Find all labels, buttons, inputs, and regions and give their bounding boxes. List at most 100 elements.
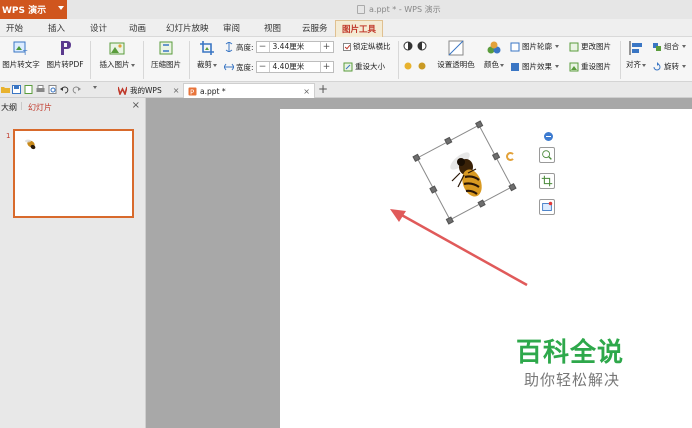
width-label: 宽度: — [236, 62, 254, 72]
picture-frame-icon[interactable] — [539, 199, 555, 215]
tab-review[interactable]: 审阅 — [223, 22, 240, 34]
resize-handle[interactable] — [412, 153, 421, 162]
set-transparent-label: 设置透明色 — [437, 60, 475, 69]
app-button-label: WPS 演示 — [2, 6, 47, 16]
reset-size-icon — [343, 62, 353, 71]
height-input[interactable]: 3.44厘米 — [268, 42, 321, 52]
rotate-button[interactable]: 旋转 — [652, 61, 686, 72]
minus-icon[interactable]: − — [257, 42, 269, 52]
tab-cloud[interactable]: 云服务 — [302, 22, 328, 34]
crop-button[interactable]: 裁剪 — [192, 40, 222, 70]
chevron-down-icon — [58, 6, 64, 10]
change-picture-button[interactable]: 更改图片 — [569, 41, 611, 52]
tab-outline[interactable]: 大纲 — [1, 102, 17, 113]
group-icon — [653, 42, 661, 51]
resize-handle[interactable] — [508, 183, 517, 192]
plus-icon[interactable]: + — [321, 42, 333, 52]
rotate-label: 旋转 — [664, 62, 679, 71]
compress-icon — [159, 41, 173, 55]
width-icon — [224, 63, 234, 71]
app-menu-button[interactable]: WPS 演示 — [0, 0, 67, 19]
img-to-text-button[interactable]: T 图片转文字 — [0, 40, 42, 70]
ribbon-divider — [189, 41, 190, 79]
align-button[interactable]: 对齐 — [623, 40, 649, 70]
compress-image-button[interactable]: 压缩图片 — [147, 40, 185, 70]
group-label: 组合 — [664, 42, 679, 51]
collapse-icon[interactable] — [544, 132, 553, 141]
tab-design[interactable]: 设计 — [90, 22, 107, 34]
chevron-down-icon[interactable] — [93, 86, 97, 89]
brightness-down-icon[interactable] — [417, 61, 427, 71]
picture-effects-button[interactable]: 图片效果 — [510, 61, 559, 72]
color-button[interactable]: 颜色 — [481, 40, 507, 70]
pdf-icon — [61, 41, 71, 55]
lock-ratio-label: 锁定纵横比 — [353, 42, 391, 51]
tab-home[interactable]: 开始 — [6, 22, 23, 34]
img-to-pdf-label: 图片转PDF — [46, 60, 84, 69]
lock-ratio-checkbox[interactable]: 锁定纵横比 — [343, 41, 391, 52]
new-file-icon[interactable] — [24, 85, 33, 94]
slide[interactable] — [280, 109, 692, 428]
close-icon[interactable]: × — [173, 86, 180, 95]
crop-tool-icon[interactable] — [539, 173, 555, 189]
slide-thumbnail[interactable] — [13, 129, 134, 218]
crop-label: 裁剪 — [197, 60, 212, 69]
contrast-down-icon[interactable] — [417, 41, 427, 51]
chevron-down-icon — [682, 45, 686, 48]
tab-slides[interactable]: 幻灯片 — [28, 102, 52, 113]
close-icon[interactable]: × — [303, 87, 310, 96]
bee-image[interactable] — [446, 147, 488, 203]
brightness-up-icon[interactable] — [403, 61, 413, 71]
img-to-pdf-button[interactable]: 图片转PDF — [44, 40, 86, 70]
insert-image-button[interactable]: 插入图片 — [94, 40, 140, 70]
chevron-down-icon — [500, 64, 504, 67]
reset-picture-button[interactable]: 重设图片 — [569, 61, 611, 72]
undo-icon[interactable] — [60, 85, 69, 94]
tab-my-wps[interactable]: 我的WPS × — [114, 83, 183, 98]
new-tab-plus-icon[interactable]: + — [318, 82, 328, 97]
height-stepper[interactable]: − 3.44厘米 + — [255, 41, 334, 53]
print-icon[interactable] — [36, 85, 45, 94]
tab-picture-tools[interactable]: 图片工具 — [335, 20, 384, 37]
tab-view[interactable]: 视图 — [264, 22, 281, 34]
height-label: 高度: — [236, 42, 254, 52]
tab-slideshow[interactable]: 幻灯片放映 — [166, 22, 209, 34]
chevron-down-icon — [555, 65, 559, 68]
resize-handle[interactable] — [444, 136, 453, 145]
print-preview-icon[interactable] — [48, 85, 57, 94]
resize-handle[interactable] — [429, 185, 438, 194]
close-icon[interactable]: × — [132, 100, 140, 111]
chevron-down-icon — [213, 64, 217, 67]
tab-my-wps-label: 我的WPS — [130, 86, 162, 95]
image-text-icon: T — [13, 41, 28, 56]
reset-size-button[interactable]: 重设大小 — [343, 61, 385, 72]
tab-divider: | — [20, 101, 23, 110]
resize-handle[interactable] — [475, 120, 484, 129]
align-icon — [629, 41, 642, 55]
tab-animation[interactable]: 动画 — [129, 22, 146, 34]
resize-handle[interactable] — [492, 152, 501, 161]
tab-insert[interactable]: 插入 — [48, 22, 65, 34]
width-input[interactable]: 4.40厘米 — [268, 62, 321, 72]
minus-icon[interactable]: − — [257, 62, 269, 72]
img-to-text-label: 图片转文字 — [2, 60, 40, 69]
save-icon[interactable] — [12, 85, 21, 94]
picture-effects-label: 图片效果 — [522, 62, 552, 71]
rotate-handle-icon[interactable] — [506, 152, 515, 161]
compress-image-label: 压缩图片 — [151, 60, 181, 69]
picture-outline-button[interactable]: 图片轮廓 — [510, 41, 559, 52]
watermark-subtitle: 助你轻松解决 — [524, 371, 621, 389]
folder-icon[interactable] — [1, 85, 10, 94]
reset-picture-icon — [569, 62, 579, 71]
plus-icon[interactable]: + — [321, 62, 333, 72]
color-label: 颜色 — [484, 60, 499, 69]
rotate-icon — [653, 61, 661, 70]
contrast-up-icon[interactable] — [403, 41, 413, 51]
tab-a-ppt[interactable]: P a.ppt * × — [183, 83, 315, 98]
redo-icon[interactable] — [72, 85, 81, 94]
group-button[interactable]: 组合 — [652, 41, 686, 52]
chevron-down-icon — [555, 45, 559, 48]
set-transparent-button[interactable]: 设置透明色 — [434, 40, 478, 70]
width-stepper[interactable]: − 4.40厘米 + — [255, 61, 334, 73]
zoom-icon[interactable] — [539, 147, 555, 163]
